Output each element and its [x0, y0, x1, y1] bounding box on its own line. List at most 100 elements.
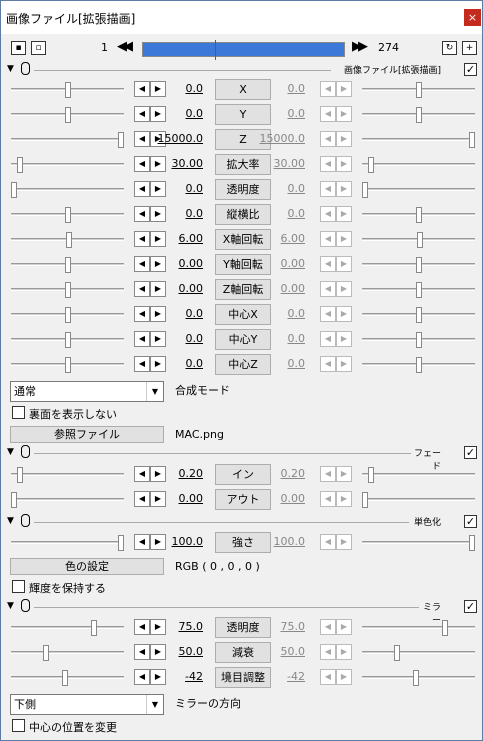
value-stepper[interactable]: ◀ ▶ — [320, 181, 354, 197]
slider-thumb[interactable] — [43, 645, 49, 661]
decrement-icon[interactable]: ◀ — [134, 644, 150, 660]
slider-thumb[interactable] — [442, 620, 448, 636]
close-button[interactable]: × — [464, 9, 481, 26]
decrement-icon[interactable]: ◀ — [134, 206, 150, 222]
decrement-icon[interactable]: ◀ — [134, 669, 150, 685]
value-stepper[interactable]: ◀ ▶ — [320, 256, 354, 272]
decrement-icon[interactable]: ◀ — [320, 669, 336, 685]
value-stepper[interactable]: ◀ ▶ — [320, 644, 354, 660]
increment-icon[interactable]: ▶ — [336, 231, 352, 247]
decrement-icon[interactable]: ◀ — [320, 466, 336, 482]
end-value[interactable]: 6.00 — [253, 232, 306, 245]
keep-luminance-checkbox[interactable] — [12, 580, 25, 593]
end-value-slider[interactable] — [362, 307, 475, 323]
slider-thumb[interactable] — [416, 307, 422, 323]
start-value[interactable]: 100.0 — [151, 535, 204, 548]
backface-checkbox[interactable] — [12, 406, 25, 419]
slider-thumb[interactable] — [416, 82, 422, 98]
timeline-bar[interactable] — [142, 40, 345, 60]
decrement-icon[interactable]: ◀ — [134, 181, 150, 197]
decrement-icon[interactable]: ◀ — [320, 331, 336, 347]
start-value[interactable]: 0.0 — [151, 332, 204, 345]
end-value-slider[interactable] — [362, 207, 475, 223]
increment-icon[interactable]: ▶ — [336, 81, 352, 97]
increment-icon[interactable]: ▶ — [336, 131, 352, 147]
mouse-icon[interactable] — [21, 445, 30, 458]
end-value[interactable]: 0.0 — [253, 332, 306, 345]
slider-thumb[interactable] — [416, 107, 422, 123]
decrement-icon[interactable]: ◀ — [134, 231, 150, 247]
start-value[interactable]: 30.00 — [151, 157, 204, 170]
value-stepper[interactable]: ◀ ▶ — [320, 466, 354, 482]
value-stepper[interactable]: ◀ ▶ — [320, 106, 354, 122]
decrement-icon[interactable]: ◀ — [320, 356, 336, 372]
decrement-icon[interactable]: ◀ — [134, 281, 150, 297]
start-value[interactable]: 0.0 — [151, 207, 204, 220]
slider-thumb[interactable] — [368, 157, 374, 173]
end-value[interactable]: -42 — [253, 670, 305, 683]
end-value[interactable]: 50.0 — [253, 645, 306, 658]
start-value[interactable]: 0.0 — [151, 82, 204, 95]
value-stepper[interactable]: ◀ ▶ — [320, 619, 354, 635]
collapse-triangle-icon[interactable]: ▼ — [7, 601, 14, 611]
value-stepper[interactable]: ◀ ▶ — [320, 306, 354, 322]
increment-icon[interactable]: ▶ — [336, 331, 352, 347]
value-stepper[interactable]: ◀ ▶ — [320, 281, 354, 297]
slider-thumb[interactable] — [416, 357, 422, 373]
mouse-icon[interactable] — [21, 62, 30, 75]
section-enable-checkbox[interactable]: ✓ — [464, 515, 477, 528]
value-stepper[interactable]: ◀ ▶ — [320, 491, 354, 507]
decrement-icon[interactable]: ◀ — [320, 619, 336, 635]
slider-thumb[interactable] — [91, 620, 97, 636]
chevron-down-icon[interactable]: ▼ — [146, 382, 163, 401]
start-value[interactable]: 0.00 — [151, 492, 204, 505]
end-value-slider[interactable] — [362, 492, 475, 508]
slider-thumb[interactable] — [416, 207, 422, 223]
start-value-slider[interactable] — [11, 257, 124, 273]
value-stepper[interactable]: ◀ ▶ — [320, 534, 354, 550]
increment-icon[interactable]: ▶ — [336, 669, 352, 685]
value-stepper[interactable]: ◀ ▶ — [320, 81, 354, 97]
slider-thumb[interactable] — [65, 257, 71, 273]
collapse-triangle-icon[interactable]: ▼ — [7, 447, 14, 457]
value-stepper[interactable]: ◀ ▶ — [320, 156, 354, 172]
decrement-icon[interactable]: ◀ — [134, 256, 150, 272]
end-value[interactable]: 0.20 — [253, 467, 306, 480]
start-value-slider[interactable] — [11, 157, 124, 173]
start-value[interactable]: 0.00 — [151, 282, 204, 295]
increment-icon[interactable]: ▶ — [336, 466, 352, 482]
start-value-slider[interactable] — [11, 307, 124, 323]
start-value-slider[interactable] — [11, 492, 124, 508]
slider-thumb[interactable] — [416, 257, 422, 273]
slider-thumb[interactable] — [17, 157, 23, 173]
decrement-icon[interactable]: ◀ — [320, 256, 336, 272]
decrement-icon[interactable]: ◀ — [320, 131, 336, 147]
decrement-icon[interactable]: ◀ — [134, 156, 150, 172]
end-value[interactable]: 0.0 — [253, 182, 306, 195]
section-enable-checkbox[interactable]: ✓ — [464, 446, 477, 459]
start-value-slider[interactable] — [11, 620, 124, 636]
end-value-slider[interactable] — [362, 107, 475, 123]
slider-thumb[interactable] — [118, 132, 124, 148]
start-value[interactable]: 50.0 — [151, 645, 204, 658]
increment-icon[interactable]: ▶ — [336, 206, 352, 222]
slider-thumb[interactable] — [416, 282, 422, 298]
increment-icon[interactable]: ▶ — [336, 356, 352, 372]
start-value[interactable]: 0.0 — [151, 357, 204, 370]
ref-file-button[interactable]: 参照ファイル — [10, 426, 164, 443]
increment-icon[interactable]: ▶ — [336, 619, 352, 635]
start-value[interactable]: -42 — [151, 670, 203, 683]
decrement-icon[interactable]: ◀ — [320, 156, 336, 172]
collapse-triangle-icon[interactable]: ▼ — [7, 64, 14, 74]
decrement-icon[interactable]: ◀ — [320, 106, 336, 122]
section-enable-checkbox[interactable]: ✓ — [464, 63, 477, 76]
increment-icon[interactable]: ▶ — [336, 106, 352, 122]
decrement-icon[interactable]: ◀ — [134, 331, 150, 347]
end-value[interactable]: 0.0 — [253, 357, 306, 370]
increment-icon[interactable]: ▶ — [336, 306, 352, 322]
slider-thumb[interactable] — [62, 670, 68, 686]
start-value[interactable]: 0.00 — [151, 257, 204, 270]
slider-thumb[interactable] — [66, 232, 72, 248]
mouse-icon[interactable] — [21, 514, 30, 527]
decrement-icon[interactable]: ◀ — [320, 534, 336, 550]
